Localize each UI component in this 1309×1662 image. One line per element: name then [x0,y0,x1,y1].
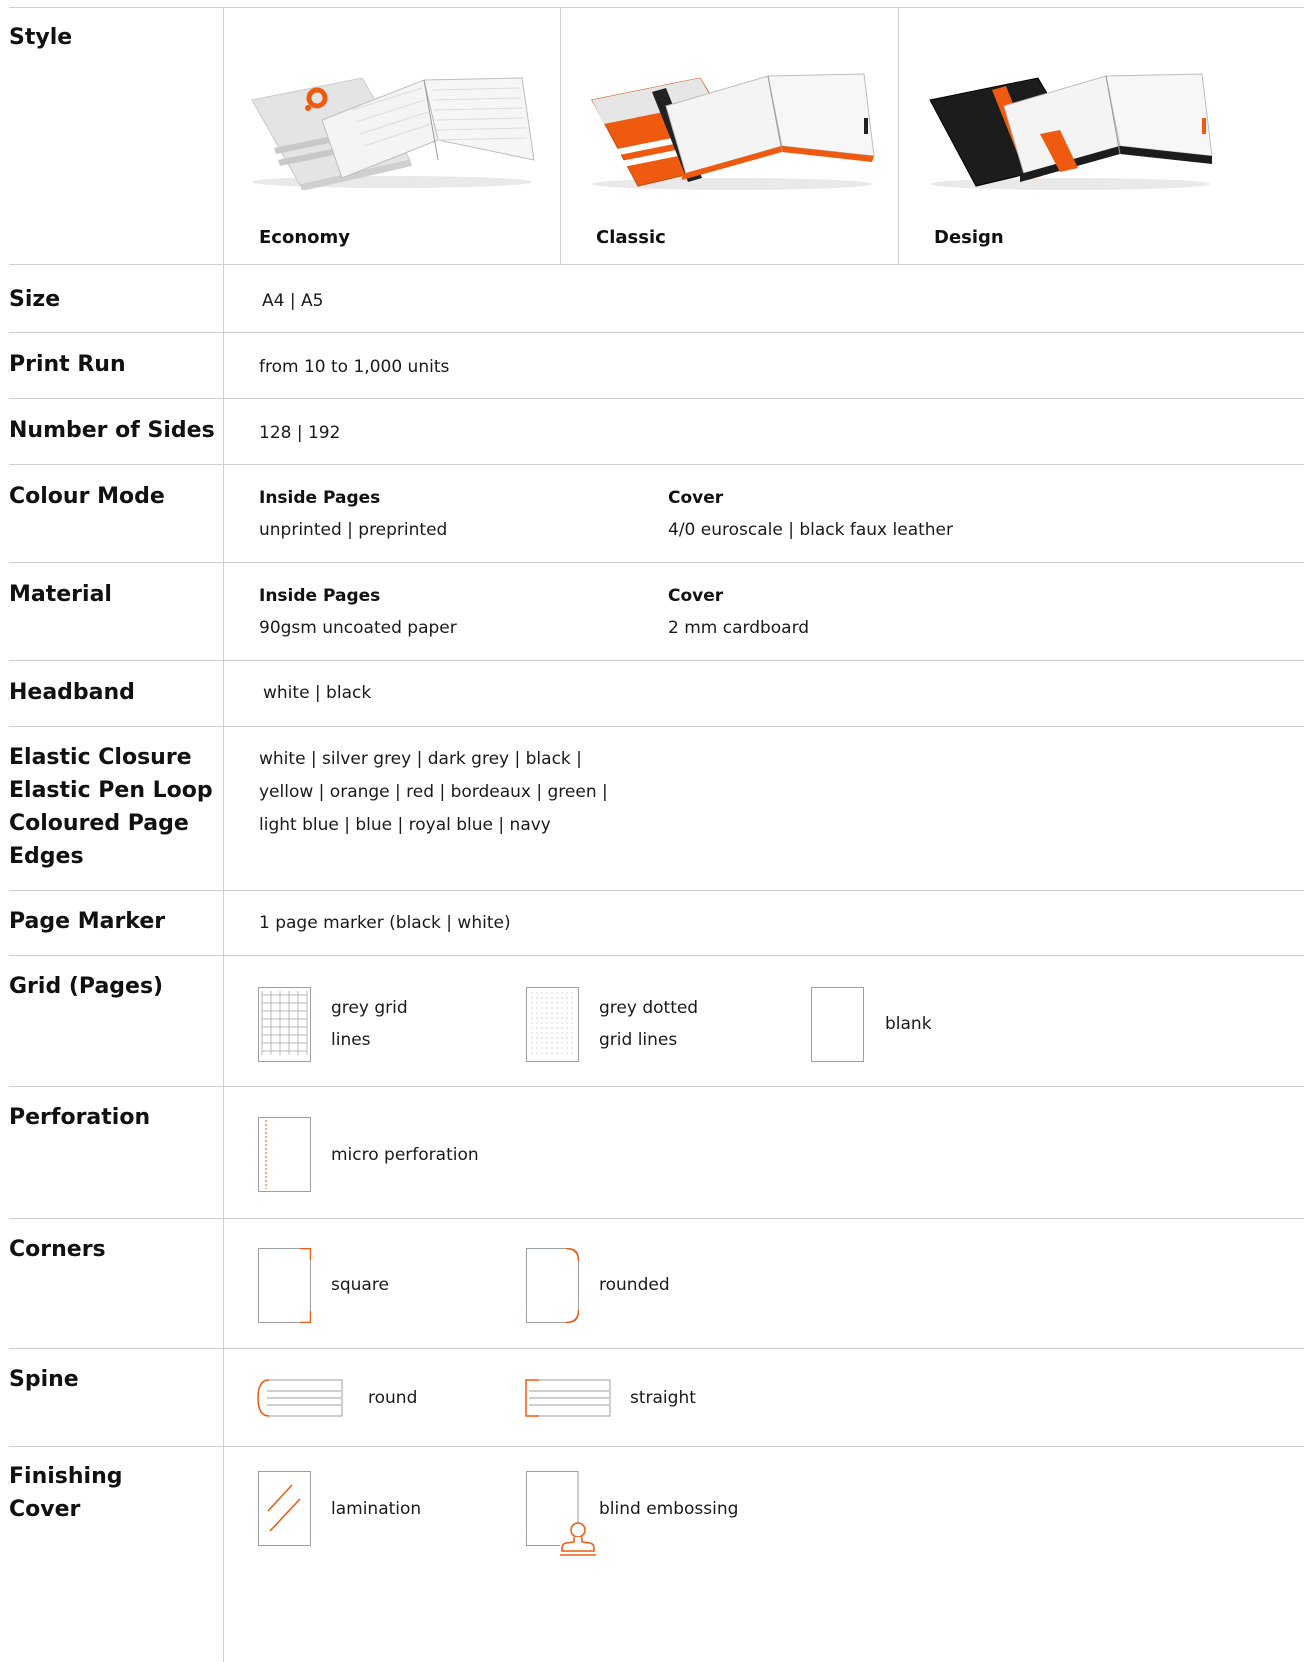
grid-option-label: grey dotted [599,998,699,1018]
row-label-grid: Grid (Pages) [9,974,164,999]
blank-page-icon [811,987,864,1062]
finishing-label-line: Cover [9,1497,81,1522]
row-divider [9,890,1304,891]
colour-mode-cover-value: 4/0 euroscale | black faux leather [668,520,954,540]
dotted-grid-icon [526,987,579,1062]
grid-option-label: lines [331,1030,371,1050]
elastic-label-line: Edges [9,844,84,869]
design-notebook-image [920,48,1220,197]
elastic-label-line: Elastic Closure [9,745,192,770]
colour-mode-cover-title: Cover [668,488,724,508]
elastic-colours-line: yellow | orange | red | bordeaux | green… [259,782,608,802]
economy-notebook-image [242,60,542,194]
row-divider [9,332,1304,333]
spine-option-label: straight [630,1388,696,1408]
material-inside-value: 90gsm uncoated paper [259,618,457,638]
grid-option-label: grid lines [599,1030,678,1050]
row-divider [9,398,1304,399]
perforation-value: micro perforation [331,1145,479,1165]
row-label-finishing-cover: Finishing Cover [9,1460,229,1526]
row-divider [9,1218,1304,1219]
headband-value: white | black [263,683,372,703]
print-run-value: from 10 to 1,000 units [259,357,450,377]
corner-option-label: square [331,1275,389,1295]
row-divider [9,264,1304,265]
style-option-economy: Economy [259,227,351,248]
size-value: A4 | A5 [262,291,324,311]
column-divider [560,7,561,264]
row-label-page-marker: Page Marker [9,909,166,934]
elastic-label-line: Elastic Pen Loop [9,778,213,803]
grid-option-label: blank [885,1014,932,1034]
row-label-elastic: Elastic Closure Elastic Pen Loop Coloure… [9,741,229,873]
row-divider [9,1086,1304,1087]
classic-notebook-image [582,48,882,197]
row-label-style: Style [9,25,73,50]
row-divider [9,1348,1304,1349]
row-label-spine: Spine [9,1367,79,1392]
row-label-colour-mode: Colour Mode [9,484,165,509]
row-label-size: Size [9,287,61,312]
material-cover-value: 2 mm cardboard [668,618,810,638]
square-corner-icon [258,1248,311,1323]
row-divider [9,1446,1304,1447]
finishing-label-line: Finishing [9,1464,123,1489]
row-label-number-of-sides: Number of Sides [9,418,215,443]
style-option-design: Design [934,227,1004,248]
round-spine-icon [257,1379,343,1417]
row-divider [9,7,1304,8]
row-divider [9,562,1304,563]
material-inside-title: Inside Pages [259,586,381,606]
column-divider [898,7,899,264]
micro-perforation-icon [258,1117,311,1192]
stamp-icon [526,1471,598,1557]
row-label-headband: Headband [9,680,135,705]
elastic-colours-line: light blue | blue | royal blue | navy [259,815,551,835]
material-cover-title: Cover [668,586,724,606]
row-divider [9,726,1304,727]
colour-mode-inside-value: unprinted | preprinted [259,520,448,540]
style-option-classic: Classic [596,227,666,248]
row-divider [9,660,1304,661]
elastic-colours-line: white | silver grey | dark grey | black … [259,749,582,769]
spine-option-label: round [368,1388,418,1408]
grid-option-label: grey grid [331,998,408,1018]
row-divider [9,464,1304,465]
row-label-perforation: Perforation [9,1105,151,1130]
page-marker-value: 1 page marker (black | white) [259,913,511,933]
number-of-sides-value: 128 | 192 [259,423,341,443]
colour-mode-inside-title: Inside Pages [259,488,381,508]
row-label-material: Material [9,582,112,607]
row-label-print-run: Print Run [9,352,126,377]
row-divider [9,955,1304,956]
row-label-corners: Corners [9,1237,106,1262]
lamination-icon [258,1471,311,1546]
grid-lines-icon [258,987,311,1062]
straight-spine-icon [525,1379,611,1417]
finishing-option-label: blind embossing [599,1499,739,1519]
elastic-label-line: Coloured Page [9,811,189,836]
finishing-option-label: lamination [331,1499,422,1519]
rounded-corner-icon [526,1248,579,1323]
corner-option-label: rounded [599,1275,670,1295]
